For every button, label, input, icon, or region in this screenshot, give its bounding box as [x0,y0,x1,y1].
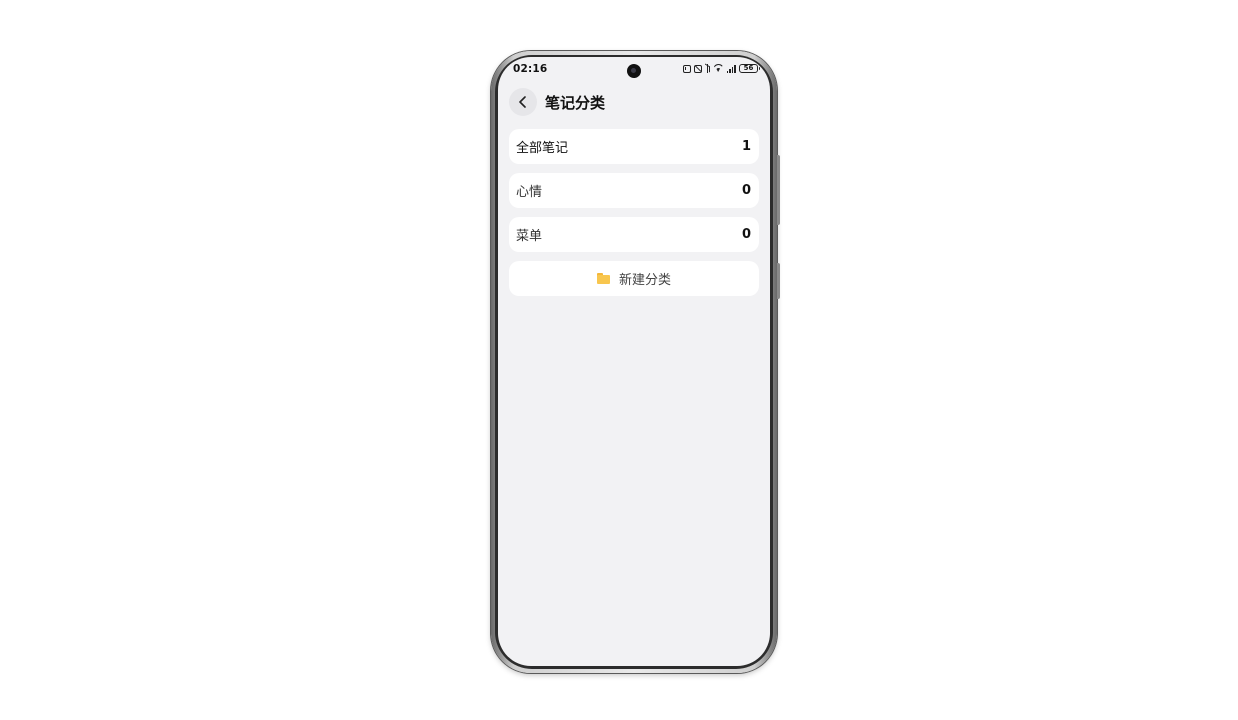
battery-icon: 56 [739,64,760,73]
nfc-icon [682,64,691,73]
page-title: 笔记分类 [545,93,606,112]
phone-screen: 02:16 56 笔记分类 全部笔记 1 心情 0 菜单 0 新建分类 [498,57,770,666]
category-count: 0 [741,227,751,242]
category-row-menu[interactable]: 菜单 0 [509,217,759,252]
back-button[interactable] [509,88,537,116]
category-row-mood[interactable]: 心情 0 [509,173,759,208]
folder-icon [596,273,610,284]
chevron-left-icon [519,96,526,108]
stage: 02:16 56 笔记分类 全部笔记 1 心情 0 菜单 0 新建分类 [0,0,1238,720]
category-list: 全部笔记 1 心情 0 菜单 0 新建分类 [509,129,759,296]
signal-icon [726,64,736,73]
status-time: 02:16 [513,63,548,75]
category-name: 心情 [516,185,543,200]
mute-icon [693,64,702,73]
category-count: 1 [741,139,751,154]
category-row-all-notes[interactable]: 全部笔记 1 [509,129,759,164]
power-button [777,263,780,299]
phone-frame: 02:16 56 笔记分类 全部笔记 1 心情 0 菜单 0 新建分类 [491,51,780,673]
front-camera [627,64,641,78]
new-category-button[interactable]: 新建分类 [509,261,759,296]
category-count: 0 [741,183,751,198]
new-category-label: 新建分类 [618,273,671,288]
wifi-icon [713,64,724,73]
status-icons: 56 [682,63,760,74]
battery-level: 56 [743,64,754,72]
bluetooth-icon [705,64,710,73]
category-name: 全部笔记 [516,141,569,156]
page-header: 笔记分类 [509,87,759,117]
category-name: 菜单 [516,229,543,244]
status-bar: 02:16 56 [498,57,770,79]
volume-button [777,155,780,225]
